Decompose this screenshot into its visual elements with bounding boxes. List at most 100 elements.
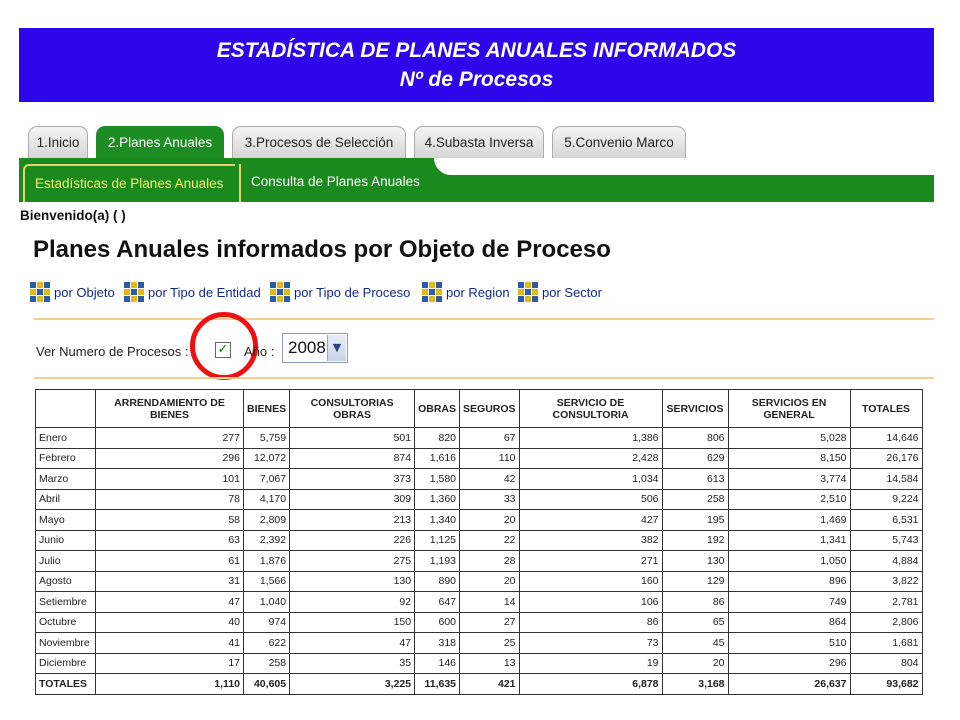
- table-cell: 4,170: [242, 488, 291, 510]
- banner-subtitle: Nº de Procesos: [399, 68, 554, 91]
- table-cell: 31: [95, 570, 244, 592]
- grid-icon: [518, 282, 538, 302]
- planes-table: ARRENDAMIENTO DE BIENES BIENES CONSULTOR…: [35, 389, 923, 695]
- col-header: OBRAS: [414, 389, 461, 428]
- table-row: Junio 63 2,392 226 1,125 22 382 192 1,341 5,743: [35, 529, 923, 551]
- table-cell: 65: [661, 611, 729, 633]
- row-label: Julio: [35, 550, 96, 572]
- table-cell: 41: [95, 632, 244, 654]
- table-cell: 8,150: [727, 447, 851, 469]
- table-row: Marzo 101 7,067 373 1,580 42 1,034 613 3,774 14,5…: [35, 468, 923, 490]
- link-por-objeto[interactable]: por Objeto: [30, 279, 115, 305]
- col-header: ARRENDAMIENTO DE BIENES: [95, 389, 244, 428]
- ver-numero-label: Ver Numero de Procesos :: [36, 344, 189, 359]
- link-por-tipo-entidad[interactable]: por Tipo de Entidad: [124, 279, 261, 305]
- table-cell: 93,682: [849, 673, 923, 695]
- table-cell: 3,168: [661, 673, 729, 695]
- table-cell: 27: [459, 611, 520, 633]
- link-por-sector[interactable]: por Sector: [518, 279, 602, 305]
- table-cell: 3,822: [849, 570, 923, 592]
- table-cell: 3,774: [727, 468, 851, 490]
- table-cell: 26,176: [849, 447, 923, 469]
- table-cell: 6,878: [518, 673, 663, 695]
- banner-title: ESTADÍSTICA DE PLANES ANUALES INFORMADOS: [216, 39, 737, 62]
- table-cell: 47: [95, 591, 244, 613]
- row-label: Marzo: [35, 468, 96, 490]
- table-cell: 1,341: [727, 529, 851, 551]
- anio-label: Año :: [244, 344, 275, 359]
- table-cell: 106: [518, 591, 663, 613]
- table-cell: 86: [661, 591, 729, 613]
- table-cell: 749: [727, 591, 851, 613]
- row-label: Abril: [35, 488, 96, 510]
- tab-procesos-seleccion[interactable]: 3.Procesos de Selección: [232, 126, 406, 158]
- page-title: Planes Anuales informados por Objeto de …: [33, 236, 611, 263]
- table-cell: 820: [414, 427, 461, 449]
- divider: [34, 377, 934, 379]
- row-label: Junio: [35, 529, 96, 551]
- table-row: Diciembre 17 258 35 146 13 19 20 296 804: [35, 652, 923, 674]
- table-cell: 14,646: [849, 427, 923, 449]
- col-header: CONSULTORIAS OBRAS: [289, 389, 416, 428]
- link-por-tipo-proceso[interactable]: por Tipo de Proceso: [270, 279, 410, 305]
- subtab-consulta[interactable]: Consulta de Planes Anuales: [239, 164, 435, 202]
- table-row: Setiembre 47 1,040 92 647 14 106 86 749 2,781: [35, 591, 923, 613]
- table-cell: 9,224: [849, 488, 923, 510]
- table-cell: 275: [289, 550, 416, 572]
- table-row: Enero 277 5,759 501 820 67 1,386 806 5,028 14,646: [35, 427, 923, 449]
- table-cell: 63: [95, 529, 244, 551]
- table-cell: 1,110: [95, 673, 244, 695]
- tab-inicio[interactable]: 1.Inicio: [28, 126, 88, 158]
- grid-icon: [270, 282, 290, 302]
- grid-icon: [422, 282, 442, 302]
- table-cell: 647: [414, 591, 461, 613]
- subtab-estadisticas[interactable]: Estadísticas de Planes Anuales: [23, 164, 235, 202]
- table-cell: 14,584: [849, 468, 923, 490]
- title-banner: ESTADÍSTICA DE PLANES ANUALES INFORMADOS…: [19, 28, 934, 102]
- main-tabs: 1.Inicio 2.Planes Anuales 3.Procesos de …: [22, 126, 934, 158]
- tab-planes-anuales[interactable]: 2.Planes Anuales: [96, 126, 224, 158]
- col-header: SERVICIOS EN GENERAL: [727, 389, 851, 428]
- table-cell: 613: [661, 468, 729, 490]
- table-cell: 896: [727, 570, 851, 592]
- table-cell: 296: [95, 447, 244, 469]
- table-cell: 35: [289, 652, 416, 674]
- table-cell: 130: [289, 570, 416, 592]
- tab-convenio-marco[interactable]: 5.Convenio Marco: [552, 126, 686, 158]
- table-cell: 45: [661, 632, 729, 654]
- subtab-bar: Estadísticas de Planes Anuales Consulta …: [19, 158, 954, 202]
- link-por-region[interactable]: por Region: [422, 279, 510, 305]
- table-cell: 5,743: [849, 529, 923, 551]
- table-cell: 2,806: [849, 611, 923, 633]
- table-row: Mayo 58 2,809 213 1,340 20 427 195 1,469 6,531: [35, 509, 923, 531]
- table-cell: 47: [289, 632, 416, 654]
- table-cell: 3,225: [289, 673, 416, 695]
- table-cell: 61: [95, 550, 244, 572]
- tab-subasta-inversa[interactable]: 4.Subasta Inversa: [414, 126, 544, 158]
- table-cell: 421: [459, 673, 520, 695]
- table-cell: 20: [459, 509, 520, 531]
- table-cell: 501: [289, 427, 416, 449]
- grid-icon: [124, 282, 144, 302]
- table-header-row: ARRENDAMIENTO DE BIENES BIENES CONSULTOR…: [35, 389, 923, 428]
- table-cell: 629: [661, 447, 729, 469]
- table-cell: 318: [414, 632, 461, 654]
- table-cell: 11,635: [414, 673, 461, 695]
- anio-select[interactable]: 2008 ▼: [282, 333, 348, 363]
- chevron-down-icon[interactable]: ▼: [327, 335, 346, 361]
- table-cell: 373: [289, 468, 416, 490]
- table-cell: 25: [459, 632, 520, 654]
- table-cell: 14: [459, 591, 520, 613]
- table-cell: 1,034: [518, 468, 663, 490]
- table-cell: 110: [459, 447, 520, 469]
- table-cell: 129: [661, 570, 729, 592]
- table-cell: 1,360: [414, 488, 461, 510]
- table-cell: 2,809: [242, 509, 291, 531]
- col-header: TOTALES: [849, 389, 923, 428]
- table-cell: 26,637: [727, 673, 851, 695]
- table-row: Abril 78 4,170 309 1,360 33 506 258 2,510 9,224: [35, 488, 923, 510]
- col-header: SERVICIO DE CONSULTORIA: [518, 389, 663, 428]
- table-cell: 864: [727, 611, 851, 633]
- table-cell: 382: [518, 529, 663, 551]
- table-cell: 258: [661, 488, 729, 510]
